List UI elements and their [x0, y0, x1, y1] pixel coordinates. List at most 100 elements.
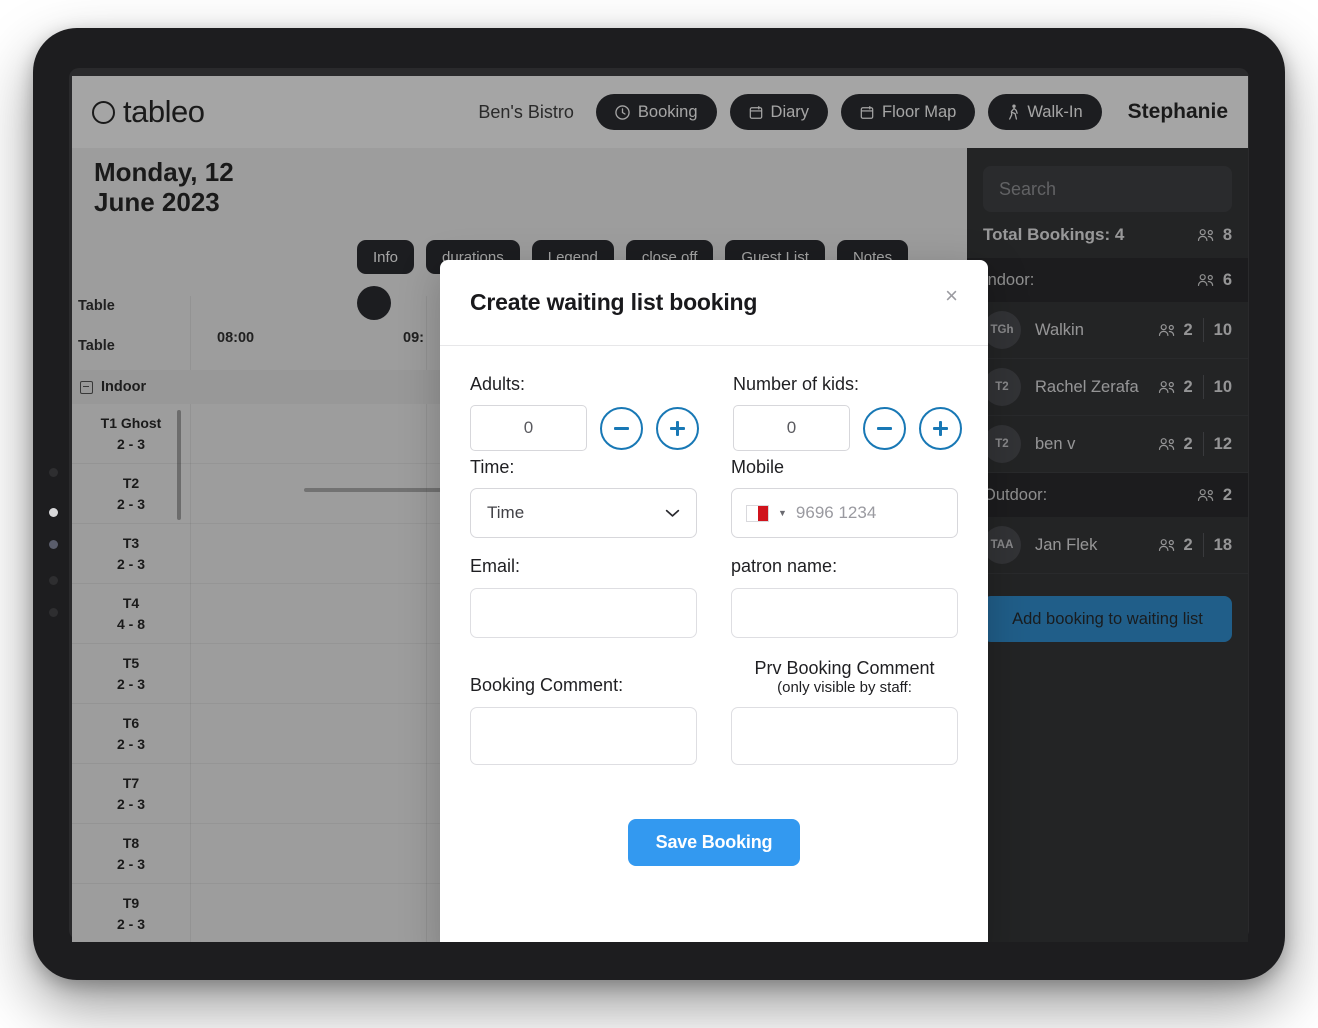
booking-comment-wrap: Booking Comment:: [470, 675, 697, 765]
section-label: Indoor:: [983, 270, 1035, 289]
table-capacity: 2 - 3: [116, 675, 145, 692]
people-icon: [1158, 538, 1177, 552]
adults-stepper: 0: [470, 405, 699, 452]
kids-decrement-button[interactable]: [863, 406, 906, 450]
mobile-placeholder: 9696 1234: [795, 503, 877, 523]
chevron-down-icon: [665, 503, 680, 523]
clock-icon: [615, 104, 630, 120]
email-field-wrap: Email:: [470, 556, 697, 638]
time-label: Time:: [470, 457, 515, 478]
section-label: Outdoor:: [983, 485, 1048, 504]
booking-name: Jan Flek: [1035, 535, 1098, 554]
booking-name: Rachel Zerafa: [1035, 377, 1139, 396]
prv-booking-comment-field[interactable]: [731, 706, 958, 765]
table-row[interactable]: T8 2 - 3: [72, 824, 190, 884]
time-field: Time: Time: [470, 457, 697, 539]
vertical-scrollbar[interactable]: [177, 410, 181, 520]
time-tick-0800: 08:00: [217, 330, 255, 346]
booking-comment-label: Booking Comment:: [470, 675, 624, 696]
group-label: Indoor: [101, 379, 147, 395]
malta-flag-icon[interactable]: [746, 504, 769, 522]
avatar: TAA: [983, 526, 1021, 564]
bezel-camera-lens: [49, 540, 58, 549]
mobile-label: Mobile: [731, 457, 785, 478]
tableo-logo[interactable]: tableo: [92, 94, 205, 130]
avatar: T2: [983, 368, 1021, 406]
divider: [1202, 533, 1204, 557]
user-account-name[interactable]: Stephanie: [1128, 100, 1228, 124]
close-icon[interactable]: ×: [945, 284, 958, 321]
kids-input[interactable]: 0: [733, 405, 850, 452]
email-field[interactable]: [470, 587, 697, 638]
adults-decrement-button[interactable]: [600, 406, 643, 450]
nav-item-diary[interactable]: Diary: [729, 94, 829, 130]
table-row[interactable]: T2 2 - 3: [72, 464, 190, 524]
section-header-indoor[interactable]: Indoor: 6: [967, 258, 1248, 302]
people-icon: [1197, 228, 1216, 242]
mobile-input-group[interactable]: ▼ 9696 1234: [731, 488, 958, 539]
booking-covers: 2: [1158, 378, 1193, 397]
bezel-sensor-dot: [49, 468, 58, 477]
kids-field: Number of kids: 0: [733, 374, 962, 452]
list-item[interactable]: TAA Jan Flek 2 18: [967, 517, 1248, 574]
table-row[interactable]: T9 2 - 3: [72, 884, 190, 942]
table-row[interactable]: T6 2 - 3: [72, 704, 190, 764]
table-name: T7: [122, 775, 140, 792]
list-item[interactable]: TGh Walkin 2 10: [967, 302, 1248, 359]
section-header-outdoor[interactable]: Outdoor: 2: [967, 473, 1248, 517]
counts-row: Adults: 0 Number of kids: 0: [470, 374, 962, 453]
minus-icon: [877, 426, 892, 430]
ring-icon: [92, 100, 115, 124]
screenshot-root: Monday, 12 June 2023 Info durations Lege…: [0, 0, 1318, 1028]
save-booking-button[interactable]: Save Booking: [627, 818, 801, 866]
time-tick-0900: 09:: [403, 330, 424, 346]
people-icon: [1158, 437, 1177, 451]
table-capacity: 2 - 3: [116, 795, 145, 812]
total-bookings-row: Total Bookings: 4 8: [967, 212, 1248, 258]
toolbar-button-info[interactable]: Info: [357, 240, 415, 274]
table-row[interactable]: T3 2 - 3: [72, 524, 190, 584]
adults-input[interactable]: 0: [470, 405, 587, 452]
waiting-list-sidebar: Search Total Bookings: 4 8 Indoor: 6 TGh…: [967, 148, 1248, 942]
caret-down-icon[interactable]: ▼: [778, 508, 787, 518]
kids-increment-button[interactable]: [919, 406, 962, 450]
horizontal-scrollbar-top[interactable]: [304, 488, 454, 492]
list-item[interactable]: T2 Rachel Zerafa 2 10: [967, 359, 1248, 416]
search-input[interactable]: Search: [983, 166, 1232, 212]
current-date-heading: Monday, 12 June 2023: [94, 157, 274, 218]
table-capacity: 2 - 3: [116, 495, 145, 512]
booking-time: 10: [1213, 377, 1232, 396]
list-item[interactable]: T2 ben v 2 12: [967, 416, 1248, 473]
prv-comment-wrap: Prv Booking Comment (only visible by sta…: [731, 658, 958, 765]
nav-item-walk-in[interactable]: Walk-In: [988, 94, 1102, 130]
table-name: T6: [122, 715, 140, 732]
time-select[interactable]: Time: [470, 488, 697, 539]
divider: [1202, 318, 1204, 342]
nav-item-booking[interactable]: Booking: [595, 94, 717, 130]
add-booking-to-waiting-list-button[interactable]: Add booking to waiting list: [983, 596, 1232, 642]
table-column-header: Table: [78, 338, 115, 354]
booking-comment-field[interactable]: [470, 706, 697, 765]
time-select-value: Time: [487, 503, 525, 523]
patron-name-field[interactable]: [731, 587, 958, 638]
table-row[interactable]: T5 2 - 3: [72, 644, 190, 704]
table-row[interactable]: T1 Ghost 2 - 3: [72, 404, 190, 464]
booking-name: Walkin: [1035, 320, 1084, 339]
divider: [1202, 375, 1204, 399]
adults-increment-button[interactable]: [656, 406, 699, 450]
table-row[interactable]: T4 4 - 8: [72, 584, 190, 644]
booking-covers: 2: [1158, 435, 1193, 454]
avatar: TGh: [983, 311, 1021, 349]
nav-label: Diary: [770, 102, 810, 121]
prv-comment-subtitle: (only visible by staff:: [777, 678, 912, 696]
email-patron-row: Email: patron name:: [470, 556, 958, 639]
nav-item-floor-map[interactable]: Floor Map: [841, 94, 976, 130]
table-row-labels: T1 Ghost 2 - 3 T2 2 - 3 T3 2 - 3 T4 4 - …: [72, 404, 190, 942]
nav-label: Booking: [637, 102, 698, 121]
table-row[interactable]: T7 2 - 3: [72, 764, 190, 824]
table-name: T5: [122, 655, 140, 672]
booking-name: ben v: [1035, 434, 1076, 453]
mobile-field: Mobile ▼ 9696 1234: [731, 457, 958, 539]
collapse-checkbox-icon[interactable]: [80, 380, 93, 394]
booking-time: 10: [1213, 320, 1232, 339]
